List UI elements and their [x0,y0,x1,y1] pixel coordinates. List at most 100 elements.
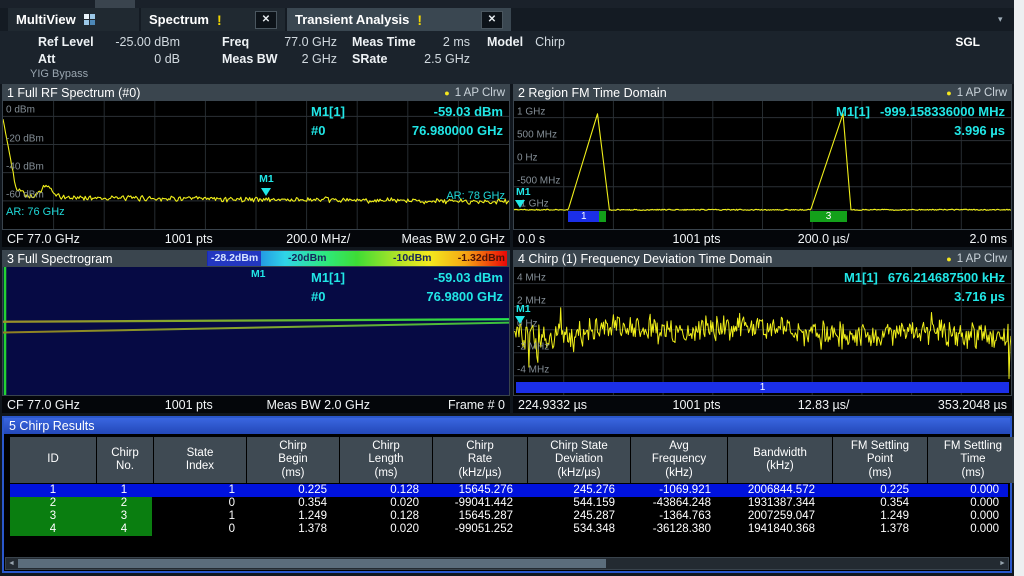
tab-multiview[interactable]: MultiView [8,8,139,31]
footer-frame: Frame # 0 [385,398,505,412]
table-column-header: State Index [154,437,246,483]
field-att[interactable]: Att 0 dB [38,52,180,66]
table-cell[interactable]: 3 [96,510,152,523]
tab-transient-analysis[interactable]: Transient Analysis ! ✕ [287,8,511,31]
tab-spectrum[interactable]: Spectrum ! ✕ [141,8,285,31]
footer-points: 1001 pts [635,232,757,246]
marker-arrow-icon[interactable] [515,316,525,324]
table-row[interactable]: 1110.2250.12815645.276245.276-1069.92120… [10,484,1008,497]
window-footer: 0.0 s 1001 pts 200.0 µs/ 2.0 ms [513,230,1012,247]
field-ref-level[interactable]: Ref Level -25.00 dBm [38,35,180,49]
field-value: -25.00 dBm [115,35,180,49]
table-cell[interactable]: -43864.248 [624,497,720,510]
horizontal-scrollbar[interactable]: ◄ ► [5,557,1009,570]
table-column-header: FM Settling Point (ms) [833,437,927,483]
field-label: Meas BW [222,52,278,66]
table-cell[interactable]: 15645.276 [428,484,522,497]
trace-indicator: ● 1 AP Clrw [444,84,505,101]
field-freq[interactable]: Freq 77.0 GHz [222,35,337,49]
table-cell[interactable]: 0.000 [918,510,1008,523]
table-cell[interactable]: 245.287 [522,510,624,523]
table-cell[interactable]: 0.128 [336,484,428,497]
table-cell[interactable]: -99041.442 [428,497,522,510]
table-row[interactable]: 4401.3780.020-99051.252534.348-36128.380… [10,523,1008,536]
table-cell[interactable]: 0.000 [918,484,1008,497]
table-cell[interactable]: 15645.287 [428,510,522,523]
close-tab-icon[interactable]: ✕ [481,11,503,29]
window-full-rf-spectrum[interactable]: 1 Full RF Spectrum (#0) ● 1 AP Clrw M1[1… [2,84,510,247]
table-cell[interactable]: 0.354 [244,497,336,510]
window-region-fm-time-domain[interactable]: 2 Region FM Time Domain ● 1 AP Clrw M1[1… [513,84,1012,247]
close-tab-icon[interactable]: ✕ [255,11,277,29]
table-cell[interactable]: 0.128 [336,510,428,523]
table-cell[interactable]: 0.000 [918,523,1008,536]
table-cell[interactable]: 1.249 [824,510,918,523]
table-row[interactable]: 2200.3540.020-99041.442544.159-43864.248… [10,497,1008,510]
table-cell[interactable]: 4 [10,523,96,536]
window-title: 2 Region FM Time Domain [518,86,667,100]
trace-indicator-label: 1 AP Clrw [957,87,1007,99]
scrollbar-thumb[interactable] [18,559,606,568]
table-cell[interactable]: 1931387.344 [720,497,824,510]
marker-frequency: 76.980000 GHz [412,123,503,138]
marker-readout: M1[1]676.214687500 kHz 3.716 µs [844,270,1005,304]
table-cell[interactable]: 2 [96,497,152,510]
table-cell[interactable]: 1.378 [824,523,918,536]
marker-arrow-icon[interactable] [261,188,271,196]
marker-name: M1[1] [311,270,345,285]
tab-label: Spectrum [149,12,209,27]
scale-tick-label: -10dBm [393,251,432,266]
table-cell[interactable]: 0.000 [918,497,1008,510]
table-title-bar: 5 Chirp Results [4,418,1010,434]
y-axis-label: 0 dBm [6,105,35,116]
marker-level: -59.03 dBm [434,104,503,119]
channel-info-bar: Ref Level -25.00 dBm Freq 77.0 GHz Meas … [0,31,1014,84]
table-cell[interactable]: 0.020 [336,523,428,536]
tab-label: MultiView [16,12,76,27]
table-cell[interactable]: 1 [152,510,244,523]
table-cell[interactable]: 1 [152,484,244,497]
scroll-left-icon[interactable]: ◄ [6,558,17,569]
scroll-right-icon[interactable]: ► [997,558,1008,569]
marker-arrow-icon[interactable] [515,200,525,208]
table-cell[interactable]: 1 [10,484,96,497]
footer-cf: CF 77.0 GHz [7,232,127,246]
multiview-grid-icon [84,14,95,25]
table-cell[interactable]: 1.378 [244,523,336,536]
field-model[interactable]: Model Chirp [487,35,565,49]
table-cell[interactable]: 0.225 [244,484,336,497]
window-footer: CF 77.0 GHz 1001 pts 200.0 MHz/ Meas BW … [2,230,510,247]
field-meas-bw[interactable]: Meas BW 2 GHz [222,52,337,66]
window-chirp-frequency-deviation[interactable]: 4 Chirp (1) Frequency Deviation Time Dom… [513,250,1012,413]
tab-overflow-dropdown-icon[interactable]: ▾ [998,14,1003,25]
window-chirp-results[interactable]: 5 Chirp Results IDChirp No.State IndexCh… [2,416,1012,573]
table-cell[interactable]: -1364.763 [624,510,720,523]
graph-area: M1[1]676.214687500 kHz 3.716 µs 4 MHz2 M… [513,267,1012,396]
table-cell[interactable]: -36128.380 [624,523,720,536]
table-cell[interactable]: 1.249 [244,510,336,523]
trace-dot-icon: ● [444,88,449,98]
table-cell[interactable]: 544.159 [522,497,624,510]
field-meas-time[interactable]: Meas Time 2 ms [352,35,470,49]
footer-meas-bw: Meas BW 2.0 GHz [251,398,385,412]
table-cell[interactable]: -1069.921 [624,484,720,497]
table-cell[interactable]: 245.276 [522,484,624,497]
table-cell[interactable]: 0 [152,523,244,536]
table-cell[interactable]: 1 [96,484,152,497]
table-cell[interactable]: 2007259.047 [720,510,824,523]
table-row[interactable]: 3311.2490.12815645.287245.287-1364.76320… [10,510,1008,523]
table-cell[interactable]: 0.354 [824,497,918,510]
footer-points: 1001 pts [127,398,252,412]
table-cell[interactable]: -99051.252 [428,523,522,536]
table-cell[interactable]: 0.225 [824,484,918,497]
table-cell[interactable]: 3 [10,510,96,523]
window-full-spectrogram[interactable]: 3 Full Spectrogram -28.2dBm -20dBm -10dB… [2,250,510,413]
table-cell[interactable]: 0.020 [336,497,428,510]
field-srate[interactable]: SRate 2.5 GHz [352,52,470,66]
table-cell[interactable]: 534.348 [522,523,624,536]
table-cell[interactable]: 2006844.572 [720,484,824,497]
table-cell[interactable]: 0 [152,497,244,510]
table-cell[interactable]: 1941840.368 [720,523,824,536]
table-cell[interactable]: 2 [10,497,96,510]
table-cell[interactable]: 4 [96,523,152,536]
